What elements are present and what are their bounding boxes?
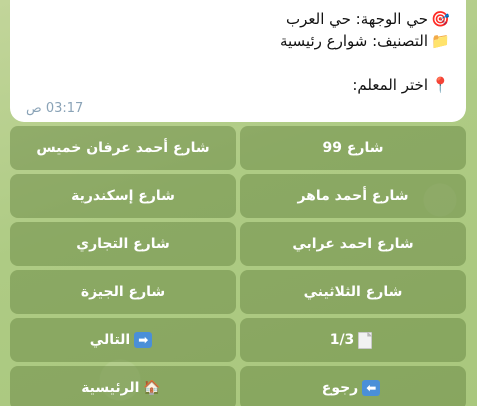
button-iskandariya-street[interactable]: شارع إسكندرية [10, 174, 236, 218]
button-ahmed-erfan-khamis-street[interactable]: شارع 99 [240, 126, 466, 170]
folder-icon: 📁 [431, 32, 450, 50]
destination-text: حي الوجهة: حي العرب [286, 10, 428, 28]
message-bubble: 🎯حي الوجهة: حي العرب 📁التصنيف: شوارع رئي… [10, 0, 466, 122]
button-street-99[interactable]: شارع أحمد عرفان خميس [10, 126, 236, 170]
category-text: التصنيف: شوارع رئيسية [279, 32, 428, 50]
button-ahmed-maher-street[interactable]: شارع أحمد ماهر [240, 174, 466, 218]
target-icon: 🎯 [431, 10, 450, 28]
button-giza-street[interactable]: شارع الجيزة [10, 270, 236, 314]
next-button[interactable]: ➡ التالي [10, 318, 236, 362]
category-line: 📁التصنيف: شوارع رئيسية [26, 30, 450, 52]
inline-keyboard: شارع 99 شارع أحمد عرفان خميس شارع أحمد م… [10, 126, 466, 406]
page-indicator-label: 1/3 [329, 332, 355, 348]
button-thalathini-street[interactable]: شارع الثلاثيني [240, 270, 466, 314]
pin-icon: 📍 [431, 76, 450, 94]
back-label: رجوع [321, 380, 359, 396]
next-label: التالي [89, 332, 131, 348]
left-arrow-icon: ⬅ [362, 380, 381, 396]
prompt-text: اختر المعلم: [352, 76, 428, 94]
right-arrow-icon: ➡ [134, 332, 153, 348]
back-button[interactable]: ⬅ رجوع [240, 366, 466, 406]
destination-line: 🎯حي الوجهة: حي العرب [26, 8, 450, 30]
button-tegari-street[interactable]: شارع التجاري [10, 222, 236, 266]
button-ahmed-orabi-street[interactable]: شارع احمد عرابي [240, 222, 466, 266]
page-indicator-button[interactable]: 1/3 [240, 318, 466, 362]
message-time: 03:17 ص [26, 101, 84, 116]
page-icon [358, 331, 373, 349]
prompt-line: 📍اختر المعلم: [26, 74, 450, 96]
home-label: الرئيسية [81, 380, 140, 396]
house-icon: 🏠 [143, 380, 161, 396]
home-button[interactable]: 🏠 الرئيسية [10, 366, 236, 406]
